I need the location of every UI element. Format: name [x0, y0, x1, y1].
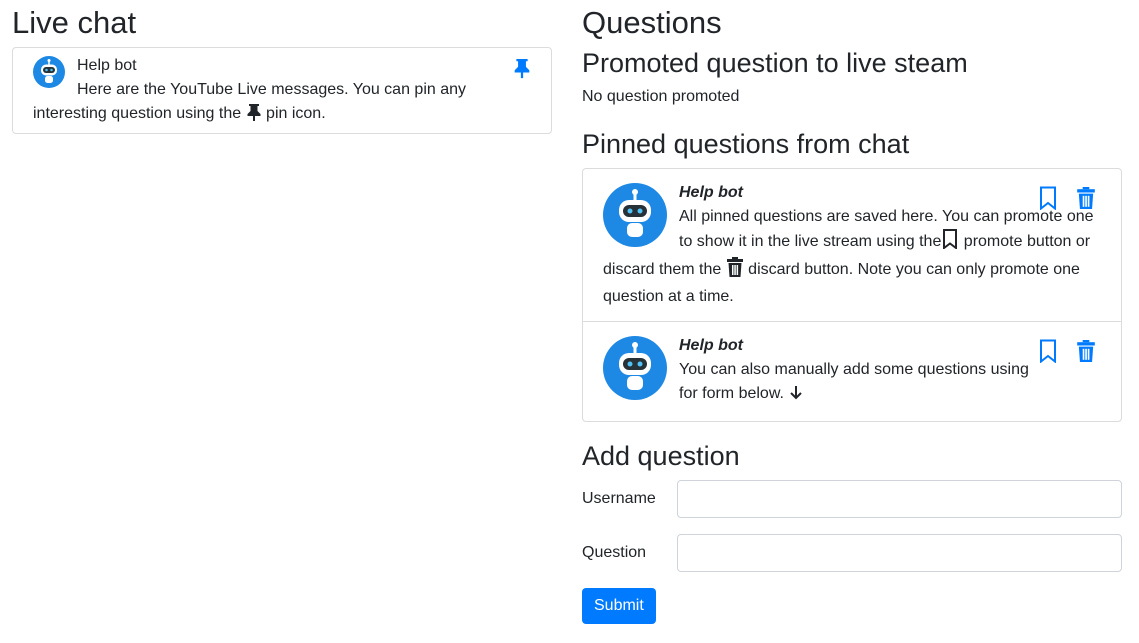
- discard-button[interactable]: [1075, 338, 1097, 364]
- live-chat-panel: Live chat Help bot Here are the YouTube …: [12, 0, 552, 135]
- add-question-title: Add question: [582, 440, 740, 471]
- chat-message: Help bot Here are the YouTube Live messa…: [13, 48, 551, 133]
- question-input[interactable]: [677, 534, 1122, 573]
- bookmark-icon: [1040, 186, 1056, 210]
- pinned-text-1: You can also manually add some questions…: [679, 360, 1029, 402]
- pinned-question-list: Help bot All pinned questions are saved …: [582, 167, 1122, 422]
- question-row: Question: [582, 534, 1122, 573]
- pin-button[interactable]: [511, 56, 533, 80]
- live-chat-title: Live chat: [12, 5, 137, 40]
- trash-icon: [1077, 186, 1095, 209]
- trash-icon: [726, 256, 744, 285]
- questions-panel: Questions Promoted question to live stea…: [582, 0, 1122, 625]
- username-label: Username: [582, 490, 656, 508]
- questions-title: Questions: [582, 5, 722, 40]
- pinned-question: Help bot All pinned questions are saved …: [583, 169, 1121, 321]
- trash-icon: [1077, 339, 1095, 362]
- username-row: Username: [582, 480, 1122, 519]
- chat-author: Help bot: [77, 57, 137, 75]
- robot-icon: [33, 56, 65, 89]
- discard-button[interactable]: [1075, 185, 1097, 211]
- robot-icon: [603, 335, 667, 400]
- pinned-author: Help bot: [679, 183, 743, 201]
- chat-message-list: Help bot Here are the YouTube Live messa…: [12, 47, 552, 135]
- pinned-actions: [1037, 185, 1097, 211]
- pinned-title: Pinned questions from chat: [582, 128, 910, 159]
- submit-button[interactable]: Submit: [582, 588, 656, 625]
- pinned-actions: [1037, 338, 1097, 364]
- bookmark-icon: [941, 228, 959, 257]
- question-label: Question: [582, 544, 647, 562]
- pin-icon: [514, 59, 530, 79]
- promote-button[interactable]: [1037, 338, 1059, 364]
- robot-icon: [603, 182, 667, 247]
- chat-text-after: pin icon.: [261, 105, 326, 123]
- pinned-author: Help bot: [679, 336, 743, 354]
- bot-avatar: [603, 335, 667, 400]
- bookmark-icon: [1040, 339, 1056, 363]
- username-input[interactable]: [677, 480, 1122, 519]
- promoted-title: Promoted question to live steam: [582, 48, 968, 79]
- bot-avatar: [603, 182, 667, 247]
- pinned-question: Help bot You can also manually add some …: [583, 320, 1121, 421]
- bot-avatar: [33, 56, 65, 89]
- promoted-empty-text: No question promoted: [582, 87, 740, 105]
- arrow-down-icon: [788, 385, 804, 409]
- promote-button[interactable]: [1037, 185, 1059, 211]
- pin-icon: [246, 103, 262, 129]
